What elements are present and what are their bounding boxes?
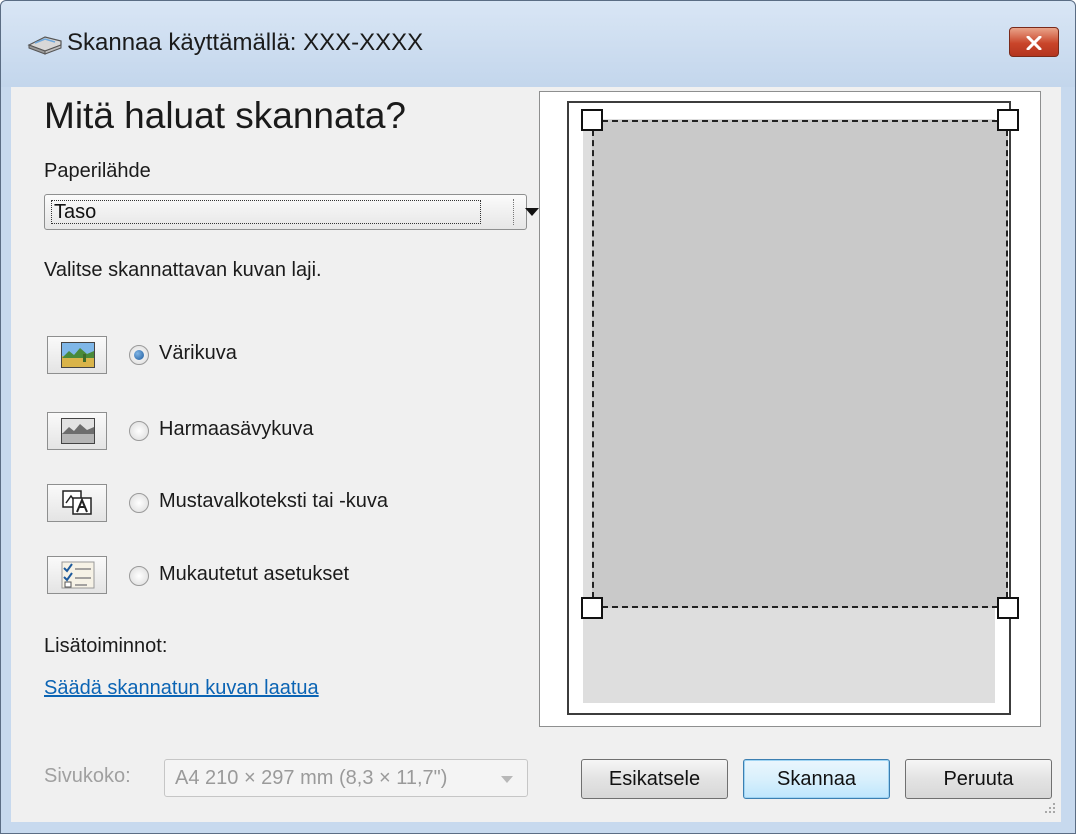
page-size-select: A4 210 × 297 mm (8,3 × 11,7") <box>164 759 528 797</box>
more-options-label: Lisätoiminnot: <box>44 635 168 657</box>
combo-divider <box>513 199 515 225</box>
page-size-label: Sivukoko: <box>44 765 131 787</box>
preview-canvas <box>567 101 1019 715</box>
preview-button[interactable]: Esikatsele <box>581 759 728 799</box>
radio-label-black-white-text[interactable]: Mustavalkoteksti tai -kuva <box>159 490 388 513</box>
custom-settings-icon[interactable] <box>47 556 107 594</box>
close-icon <box>1026 36 1042 50</box>
radio-label-grayscale-picture[interactable]: Harmaasävykuva <box>159 418 314 441</box>
paper-source-value: Taso <box>51 200 481 224</box>
adjust-quality-link[interactable]: Säädä skannatun kuvan laatua <box>44 677 319 700</box>
title-bar[interactable]: Skannaa käyttämällä: XXX-XXXX <box>1 1 1075 87</box>
color-picture-icon[interactable] <box>47 336 107 374</box>
crop-handle-top-left[interactable] <box>581 109 603 131</box>
radio-black-white-text[interactable] <box>129 493 149 513</box>
chevron-down-icon <box>525 208 539 216</box>
page-title: Mitä haluat skannata? <box>44 95 407 136</box>
dialog-body: Mitä haluat skannata? Paperilähde Taso V… <box>11 87 1061 822</box>
crop-handle-bottom-left[interactable] <box>581 597 603 619</box>
cancel-button[interactable]: Peruuta <box>905 759 1052 799</box>
paper-source-select[interactable]: Taso <box>44 194 539 230</box>
radio-label-color-picture[interactable]: Värikuva <box>159 342 237 365</box>
image-type-instruction: Valitse skannattavan kuvan laji. <box>44 259 322 281</box>
scan-area-selection[interactable] <box>592 120 1008 608</box>
preview-pane <box>539 91 1041 727</box>
close-button[interactable] <box>1009 27 1059 57</box>
black-white-text-icon[interactable] <box>47 484 107 522</box>
page-size-value: A4 210 × 297 mm (8,3 × 11,7") <box>175 767 448 789</box>
crop-handle-top-right[interactable] <box>997 109 1019 131</box>
radio-color-picture[interactable] <box>129 345 149 365</box>
paper-source-label: Paperilähde <box>44 160 151 182</box>
scan-dialog: Skannaa käyttämällä: XXX-XXXX Mitä halua… <box>0 0 1076 834</box>
radio-label-custom-settings[interactable]: Mukautetut asetukset <box>159 563 349 586</box>
scan-button[interactable]: Skannaa <box>743 759 890 799</box>
scanner-icon <box>27 36 62 55</box>
window-title: Skannaa käyttämällä: XXX-XXXX <box>67 29 424 56</box>
chevron-down-icon <box>501 776 513 783</box>
crop-handle-bottom-right[interactable] <box>997 597 1019 619</box>
radio-custom-settings[interactable] <box>129 566 149 586</box>
grayscale-picture-icon[interactable] <box>47 412 107 450</box>
radio-grayscale-picture[interactable] <box>129 421 149 441</box>
resize-grip-icon[interactable] <box>1041 799 1057 815</box>
